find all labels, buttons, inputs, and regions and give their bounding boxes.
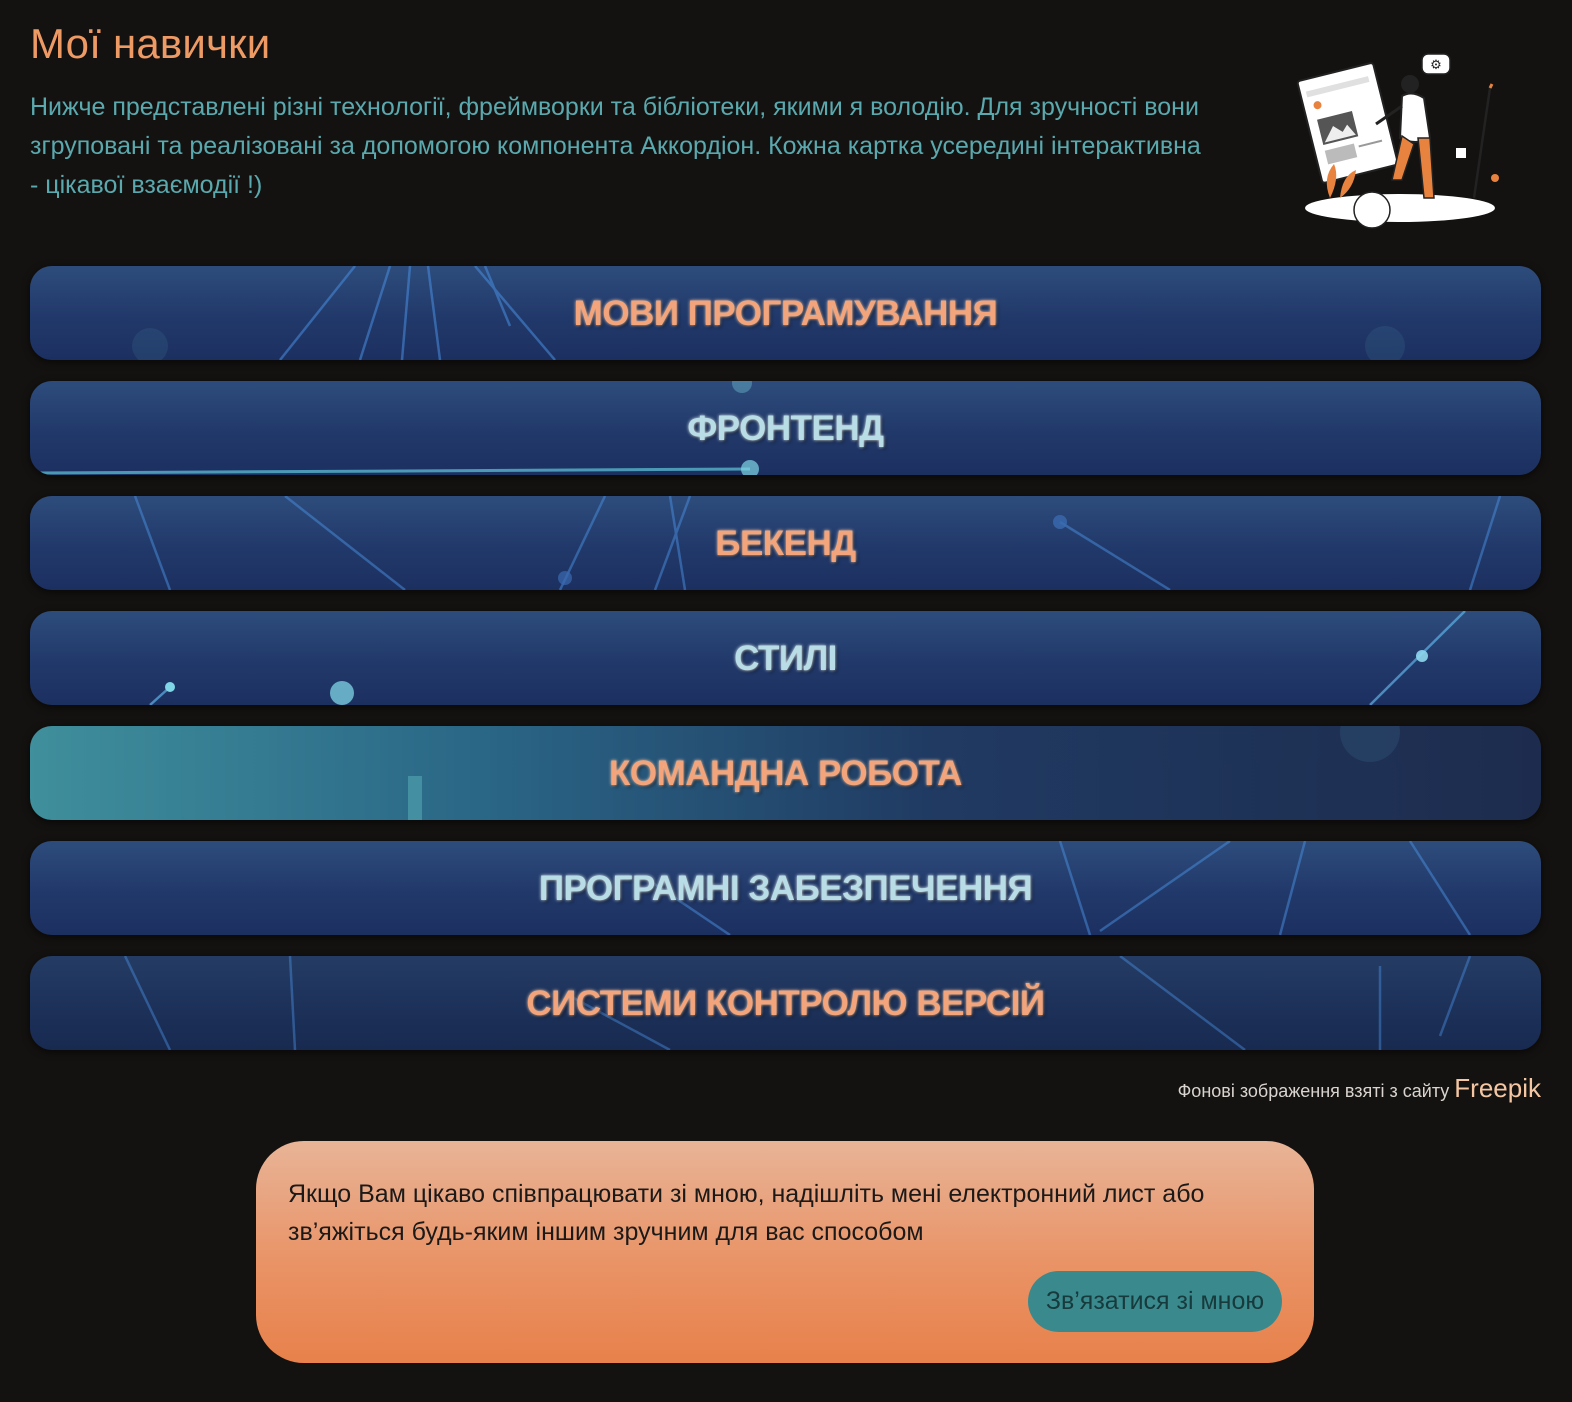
accordion-item-version-control[interactable]: СИСТЕМИ КОНТРОЛЮ ВЕРСІЙ [30,956,1541,1050]
contact-me-button[interactable]: Зв’язатися зі мною [1028,1271,1282,1332]
accordion-label: СИСТЕМИ КОНТРОЛЮ ВЕРСІЙ [526,984,1045,1023]
designer-illustration-icon: ⚙ [1290,48,1510,238]
contact-cta-card: Якщо Вам цікаво співпрацювати зі мною, н… [256,1141,1314,1363]
page: Мої навички Нижче представлені різні тех… [0,0,1572,1402]
accordion-item-backend[interactable]: БЕКЕНД [30,496,1541,590]
intro-text: Нижче представлені різні технології, фре… [30,93,1201,199]
accordion-label: СТИЛІ [734,639,837,678]
accordion-item-teamwork[interactable]: КОМАНДНА РОБОТА [30,726,1541,820]
page-title: Мої навички [30,20,271,67]
accordion-label: ПРОГРАМНІ ЗАБЕЗПЕЧЕННЯ [538,869,1033,908]
accordion-item-frontend[interactable]: ФРОНТЕНД [30,381,1541,475]
accordion-label: ФРОНТЕНД [687,409,884,448]
svg-text:⚙: ⚙ [1430,58,1442,73]
image-credit: Фонові зображення взяті з сайту Freepik [1178,1073,1541,1104]
freepik-link[interactable]: Freepik [1454,1073,1541,1103]
accordion-item-styles[interactable]: СТИЛІ [30,611,1541,705]
accordion-label: МОВИ ПРОГРАМУВАННЯ [573,294,998,333]
accordion-label: БЕКЕНД [715,524,856,563]
credit-text: Фонові зображення взяті з сайту [1177,1081,1450,1101]
accordion-item-software[interactable]: ПРОГРАМНІ ЗАБЕЗПЕЧЕННЯ [30,841,1541,935]
accordion-item-programming-languages[interactable]: МОВИ ПРОГРАМУВАННЯ [30,266,1541,360]
accordion-label: КОМАНДНА РОБОТА [609,754,962,793]
cta-text: Якщо Вам цікаво співпрацювати зі мною, н… [288,1180,1205,1246]
skills-accordion: МОВИ ПРОГРАМУВАННЯ ФРОНТЕНД БЕКЕНД СТИЛІ… [30,266,1541,1071]
